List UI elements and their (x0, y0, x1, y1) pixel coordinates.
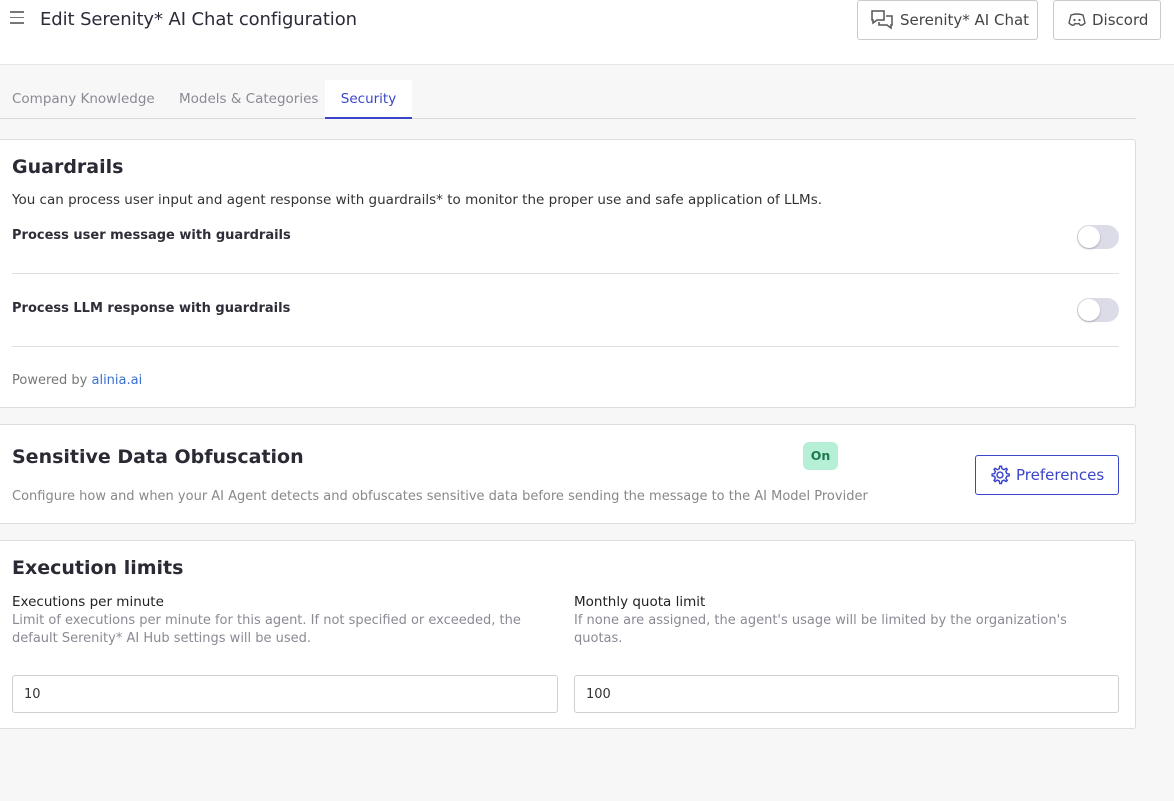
powered-by-prefix: Powered by (12, 373, 92, 388)
discord-button[interactable]: Discord (1053, 0, 1161, 40)
powered-by-text: Powered by alinia.ai (12, 373, 142, 388)
top-header: Edit Serenity* AI Chat configuration Ser… (0, 0, 1174, 65)
guardrails-card: Guardrails You can process user input an… (0, 139, 1136, 408)
preferences-button[interactable]: Preferences (975, 455, 1119, 495)
status-badge: On (803, 442, 838, 470)
executions-per-minute-label: Executions per minute (12, 594, 164, 610)
tab-security[interactable]: Security (325, 80, 412, 119)
toggle-knob (1078, 299, 1100, 321)
tab-models-categories[interactable]: Models & Categories (179, 80, 318, 119)
tab-company-knowledge[interactable]: Company Knowledge (12, 80, 155, 119)
obfuscation-description: Configure how and when your AI Agent det… (12, 489, 868, 504)
config-tabs: Company Knowledge Models & Categories Se… (0, 80, 1136, 119)
guardrails-description: You can process user input and agent res… (12, 192, 823, 208)
obfuscation-card: Sensitive Data Obfuscation On Configure … (0, 424, 1136, 524)
execution-limits-title: Execution limits (12, 557, 184, 579)
serenity-ai-chat-button[interactable]: Serenity* AI Chat (857, 0, 1038, 40)
monthly-quota-label: Monthly quota limit (574, 594, 706, 610)
guardrails-title: Guardrails (12, 156, 124, 178)
llm-response-guardrails-toggle[interactable] (1077, 298, 1119, 322)
serenity-ai-chat-label: Serenity* AI Chat (900, 11, 1030, 29)
user-message-guardrails-label: Process user message with guardrails (12, 228, 291, 243)
gear-icon (991, 465, 1010, 485)
toggle-knob (1078, 226, 1100, 248)
preferences-label: Preferences (1016, 466, 1105, 484)
execution-limits-card: Execution limits Executions per minute L… (0, 540, 1136, 729)
hamburger-menu-icon[interactable] (10, 11, 26, 25)
executions-per-minute-help: Limit of executions per minute for this … (12, 613, 521, 646)
monthly-quota-input[interactable] (574, 675, 1119, 713)
divider (12, 346, 1119, 347)
discord-label: Discord (1092, 11, 1149, 29)
obfuscation-title: Sensitive Data Obfuscation (12, 446, 304, 468)
chat-bubbles-icon (871, 10, 893, 30)
executions-per-minute-input[interactable] (12, 675, 558, 713)
llm-response-guardrails-label: Process LLM response with guardrails (12, 301, 291, 316)
discord-icon (1068, 13, 1086, 26)
user-message-guardrails-toggle[interactable] (1077, 225, 1119, 249)
monthly-quota-help: If none are assigned, the agent's usage … (574, 613, 1067, 646)
divider (12, 273, 1119, 274)
page-title: Edit Serenity* AI Chat configuration (40, 9, 357, 30)
alinia-link[interactable]: alinia.ai (91, 373, 142, 388)
